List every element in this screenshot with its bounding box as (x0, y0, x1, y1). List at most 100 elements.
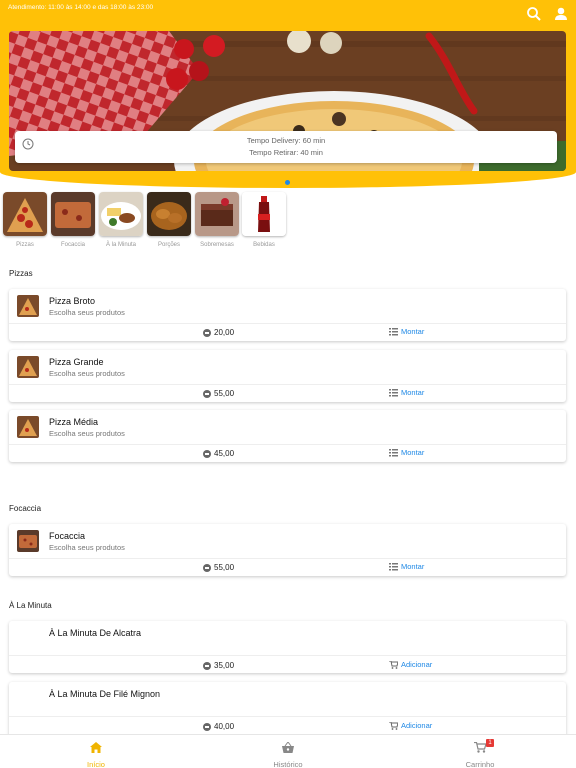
price-value: 55,00 (214, 389, 235, 398)
product-price: 20,00 (203, 328, 234, 337)
action-label: Montar (401, 388, 425, 397)
section-title-focaccia: Focaccia (9, 504, 42, 513)
product-price: 40,00 (203, 722, 234, 731)
account-icon[interactable] (553, 6, 569, 22)
product-image (17, 356, 39, 378)
coin-icon (203, 563, 211, 572)
action-label: Adicionar (401, 660, 433, 669)
list-icon (389, 327, 398, 335)
card-divider (9, 655, 566, 656)
product-price: 45,00 (203, 449, 234, 458)
category-label: Pizzas (16, 242, 34, 248)
product-name: Pizza Grande (49, 357, 104, 367)
category-label: Porções (157, 242, 180, 248)
add-to-cart-button[interactable]: Adicionar (389, 660, 432, 669)
product-image (17, 295, 39, 317)
price-value: 55,00 (214, 563, 235, 572)
delivery-info-card: Tempo Delivery: 60 min Tempo Retirar: 40… (15, 131, 557, 163)
product-card[interactable]: À La Minuta De Alcatra 35,00 Adicionar (9, 621, 566, 673)
product-card[interactable]: Pizza Média Escolha seus produtos 45,00 … (9, 410, 566, 462)
price-value: 45,00 (214, 449, 235, 458)
category-image (147, 192, 191, 236)
nav-cart[interactable]: 1 Carrinho (440, 739, 520, 768)
product-card[interactable]: À La Minuta De Filé Mignon 40,00 Adicion… (9, 682, 566, 738)
coin-icon (203, 328, 211, 337)
list-icon (389, 562, 398, 570)
cart-count-badge: 1 (486, 739, 494, 747)
search-icon[interactable] (526, 6, 542, 22)
app-screen: Atendimento: 11:00 às 14:00 e das 18:00 … (0, 0, 576, 768)
coin-icon (203, 389, 211, 398)
opening-hours: Atendimento: 11:00 às 14:00 e das 18:00 … (8, 4, 154, 11)
price-value: 35,00 (214, 661, 235, 670)
top-bar: Atendimento: 11:00 às 14:00 e das 18:00 … (0, 0, 576, 30)
action-label: Adicionar (401, 721, 433, 730)
category-bebidas[interactable]: Bebidas (242, 192, 286, 248)
product-price: 55,00 (203, 389, 234, 398)
coin-icon (203, 661, 211, 670)
montar-button[interactable]: Montar (389, 448, 424, 457)
section-title-a-la-minuta: À La Minuta (9, 601, 52, 610)
pickup-time: Tempo Retirar: 40 min (249, 148, 323, 157)
card-divider (9, 384, 566, 385)
product-name: Focaccia (49, 531, 86, 541)
price-value: 20,00 (214, 328, 235, 337)
category-image (99, 192, 143, 236)
product-price: 55,00 (203, 563, 234, 572)
category-label: Sobremesas (200, 242, 234, 248)
product-image (17, 530, 39, 552)
category-pizzas[interactable]: Pizzas (3, 192, 47, 248)
category-porcoes[interactable]: Porções (147, 192, 191, 248)
category-label: Bebidas (253, 242, 275, 248)
section-title-pizzas: Pizzas (9, 269, 33, 278)
product-image (17, 416, 39, 438)
nav-home[interactable]: Início (56, 740, 136, 768)
product-description: Escolha seus produtos (49, 543, 125, 552)
action-label: Montar (401, 562, 425, 571)
card-divider (9, 558, 566, 559)
bottom-navigation: Início Histórico 1 Carrinho (0, 734, 576, 768)
category-a-la-minuta[interactable]: À la Minuta (99, 192, 143, 248)
montar-button[interactable]: Montar (389, 388, 424, 397)
coin-icon (203, 449, 211, 458)
product-card[interactable]: Pizza Broto Escolha seus produtos 20,00 … (9, 289, 566, 341)
category-image (3, 192, 47, 236)
product-description: Escolha seus produtos (49, 369, 125, 378)
category-label: Focaccia (60, 242, 85, 248)
product-price: 35,00 (203, 661, 234, 670)
basket-icon (282, 741, 294, 753)
montar-button[interactable]: Montar (389, 562, 424, 571)
category-sobremesas[interactable]: Sobremesas (195, 192, 239, 248)
product-name: À La Minuta De Alcatra (49, 628, 142, 638)
product-card[interactable]: Focaccia Escolha seus produtos 55,00 Mon… (9, 524, 566, 576)
action-label: Montar (401, 448, 425, 457)
list-icon (389, 388, 398, 396)
card-divider (9, 444, 566, 445)
cart-icon (474, 741, 487, 753)
cart-icon (389, 721, 398, 730)
add-to-cart-button[interactable]: Adicionar (389, 721, 432, 730)
product-name: À La Minuta De Filé Mignon (49, 689, 161, 699)
product-name: Pizza Broto (49, 296, 96, 306)
card-divider (9, 323, 566, 324)
category-image (51, 192, 95, 236)
product-description: Escolha seus produtos (49, 429, 125, 438)
category-focaccia[interactable]: Focaccia (51, 192, 95, 248)
category-list: Pizzas Focaccia À la Minuta Porções Sobr… (0, 192, 576, 254)
card-divider (9, 716, 566, 717)
home-icon (90, 742, 102, 753)
category-image (195, 192, 239, 236)
product-description: Escolha seus produtos (49, 308, 125, 317)
category-image (242, 192, 286, 236)
delivery-time: Tempo Delivery: 60 min (246, 136, 326, 145)
coin-icon (203, 722, 211, 731)
montar-button[interactable]: Montar (389, 327, 424, 336)
nav-history[interactable]: Histórico (248, 740, 328, 768)
carousel-indicator[interactable] (285, 180, 290, 185)
action-label: Montar (401, 327, 425, 336)
nav-label: Carrinho (465, 760, 495, 768)
category-label: À la Minuta (105, 242, 136, 248)
product-name: Pizza Média (49, 417, 99, 427)
nav-label: Histórico (273, 760, 303, 768)
product-card[interactable]: Pizza Grande Escolha seus produtos 55,00… (9, 350, 566, 402)
